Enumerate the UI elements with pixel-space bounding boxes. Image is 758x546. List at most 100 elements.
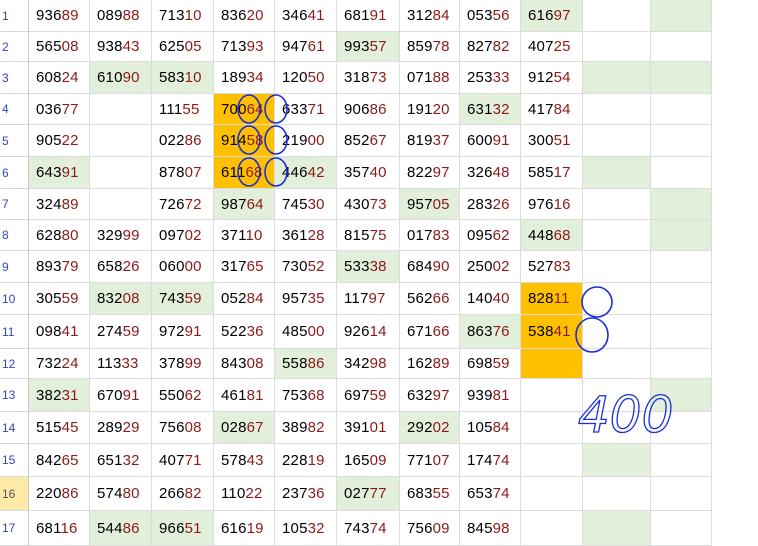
cell-r10-c3[interactable]: 74359: [152, 283, 214, 315]
cell-r15-c10[interactable]: [583, 444, 651, 477]
cell-r10-c11[interactable]: [651, 283, 712, 315]
cell-r9-c1[interactable]: 89379: [29, 251, 90, 283]
cell-r4-c9[interactable]: 41784: [521, 94, 583, 125]
cell-r10-c10[interactable]: [583, 283, 651, 315]
cell-r4-c7[interactable]: 19120: [400, 94, 460, 125]
cell-r1-c7[interactable]: 31284: [400, 0, 460, 32]
cell-r8-c10[interactable]: [583, 220, 651, 251]
cell-r6-c1[interactable]: 64391: [29, 157, 90, 189]
cell-r2-c10[interactable]: [583, 32, 651, 62]
cell-r16-c5[interactable]: 23736: [275, 477, 337, 511]
cell-r14-c3[interactable]: 75608: [152, 412, 214, 444]
cell-r14-c1[interactable]: 51545: [29, 412, 90, 444]
cell-r15-c4[interactable]: 57843: [214, 444, 275, 477]
cell-r7-c7[interactable]: 95705: [400, 189, 460, 220]
cell-r14-c2[interactable]: 28929: [90, 412, 152, 444]
cell-r15-c6[interactable]: 16509: [337, 444, 400, 477]
cell-r7-c10[interactable]: [583, 189, 651, 220]
cell-r4-c10[interactable]: [583, 94, 651, 125]
cell-r10-c2[interactable]: 83208: [90, 283, 152, 315]
cell-r1-c1[interactable]: 93689: [29, 0, 90, 32]
row-header-15[interactable]: 15: [0, 444, 29, 477]
cell-r8-c7[interactable]: 01783: [400, 220, 460, 251]
cell-r12-c2[interactable]: 11333: [90, 349, 152, 379]
cell-r16-c3[interactable]: 26682: [152, 477, 214, 511]
cell-r3-c4[interactable]: 18934: [214, 62, 275, 94]
cell-r1-c5[interactable]: 34641: [275, 0, 337, 32]
cell-r10-c6[interactable]: 11797: [337, 283, 400, 315]
cell-r16-c6[interactable]: 02777: [337, 477, 400, 511]
row-header-13[interactable]: 13: [0, 379, 29, 412]
cell-r7-c1[interactable]: 32489: [29, 189, 90, 220]
cell-r8-c9[interactable]: 44868: [521, 220, 583, 251]
cell-r8-c8[interactable]: 09562: [460, 220, 521, 251]
cell-r6-c11[interactable]: [651, 157, 712, 189]
cell-r4-c4[interactable]: 70064: [214, 94, 275, 125]
cell-r17-c9[interactable]: [521, 511, 583, 546]
cell-r13-c2[interactable]: 67091: [90, 379, 152, 412]
cell-r1-c3[interactable]: 71310: [152, 0, 214, 32]
row-header-11[interactable]: 11: [0, 315, 29, 349]
cell-r2-c3[interactable]: 62505: [152, 32, 214, 62]
cell-r11-c9[interactable]: 53841: [521, 315, 583, 349]
row-header-4[interactable]: 4: [0, 94, 29, 125]
cell-r2-c9[interactable]: 40725: [521, 32, 583, 62]
cell-r14-c4[interactable]: 02867: [214, 412, 275, 444]
cell-r9-c9[interactable]: 52783: [521, 251, 583, 283]
cell-r14-c11[interactable]: [651, 412, 712, 444]
cell-r2-c2[interactable]: 93843: [90, 32, 152, 62]
cell-r11-c6[interactable]: 92614: [337, 315, 400, 349]
cell-r10-c9[interactable]: 82811: [521, 283, 583, 315]
row-header-8[interactable]: 8: [0, 220, 29, 251]
cell-r4-c8[interactable]: 63132: [460, 94, 521, 125]
cell-r6-c9[interactable]: 58517: [521, 157, 583, 189]
cell-r4-c3[interactable]: 11155: [152, 94, 214, 125]
cell-r4-c1[interactable]: 03677: [29, 94, 90, 125]
cell-r8-c11[interactable]: [651, 220, 712, 251]
cell-r2-c11[interactable]: [651, 32, 712, 62]
cell-r7-c2[interactable]: [90, 189, 152, 220]
cell-r15-c7[interactable]: 77107: [400, 444, 460, 477]
cell-r13-c6[interactable]: 69759: [337, 379, 400, 412]
cell-r2-c5[interactable]: 94761: [275, 32, 337, 62]
cell-r9-c10[interactable]: [583, 251, 651, 283]
cell-r1-c11[interactable]: [651, 0, 712, 32]
cell-r8-c5[interactable]: 36128: [275, 220, 337, 251]
cell-r9-c3[interactable]: 06000: [152, 251, 214, 283]
cell-r15-c3[interactable]: 40771: [152, 444, 214, 477]
row-header-10[interactable]: 10: [0, 283, 29, 315]
cell-r7-c11[interactable]: [651, 189, 712, 220]
cell-r6-c2[interactable]: [90, 157, 152, 189]
cell-r17-c10[interactable]: [583, 511, 651, 546]
cell-r17-c1[interactable]: 68116: [29, 511, 90, 546]
cell-r13-c8[interactable]: 93981: [460, 379, 521, 412]
cell-r4-c11[interactable]: [651, 94, 712, 125]
cell-r10-c8[interactable]: 14040: [460, 283, 521, 315]
cell-r12-c5[interactable]: 55886: [275, 349, 337, 379]
cell-r14-c10[interactable]: [583, 412, 651, 444]
cell-r12-c6[interactable]: 34298: [337, 349, 400, 379]
cell-r5-c11[interactable]: [651, 125, 712, 157]
cell-r13-c10[interactable]: [583, 379, 651, 412]
cell-r5-c8[interactable]: 60091: [460, 125, 521, 157]
cell-r6-c4[interactable]: 61168: [214, 157, 275, 189]
cell-r16-c8[interactable]: 65374: [460, 477, 521, 511]
cell-r12-c11[interactable]: [651, 349, 712, 379]
cell-r13-c4[interactable]: 46181: [214, 379, 275, 412]
cell-r12-c8[interactable]: 69859: [460, 349, 521, 379]
cell-r4-c6[interactable]: 90686: [337, 94, 400, 125]
cell-r9-c2[interactable]: 65826: [90, 251, 152, 283]
row-header-7[interactable]: 7: [0, 189, 29, 220]
cell-r7-c6[interactable]: 43073: [337, 189, 400, 220]
cell-r7-c4[interactable]: 98764: [214, 189, 275, 220]
cell-r3-c7[interactable]: 07188: [400, 62, 460, 94]
cell-r15-c1[interactable]: 84265: [29, 444, 90, 477]
cell-r2-c6[interactable]: 99357: [337, 32, 400, 62]
cell-r7-c8[interactable]: 28326: [460, 189, 521, 220]
cell-r3-c5[interactable]: 12050: [275, 62, 337, 94]
row-header-3[interactable]: 3: [0, 62, 29, 94]
cell-r3-c3[interactable]: 58310: [152, 62, 214, 94]
cell-r1-c9[interactable]: 61697: [521, 0, 583, 32]
cell-r13-c9[interactable]: [521, 379, 583, 412]
cell-r1-c8[interactable]: 05356: [460, 0, 521, 32]
